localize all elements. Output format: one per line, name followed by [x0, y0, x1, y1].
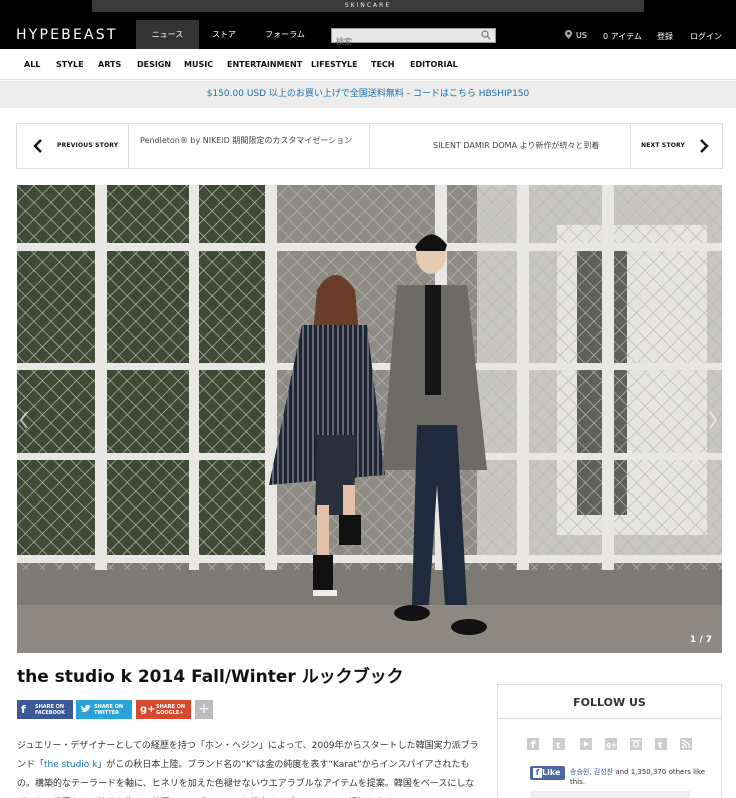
category-tech[interactable]: TECH [371, 60, 395, 69]
divider [630, 124, 631, 168]
login-link[interactable]: ログイン [690, 31, 722, 42]
svg-text:f: f [531, 740, 536, 750]
twitter-icon[interactable]: t [553, 738, 565, 750]
free-shipping-promo[interactable]: $150.00 USD 以上のお買い上げで全国送料無料 - コードはこちら HB… [0, 81, 736, 108]
ad-banner[interactable]: SKINCARE [92, 0, 644, 12]
svg-text:t: t [658, 741, 663, 750]
category-design[interactable]: DESIGN [137, 60, 171, 69]
region-selector[interactable]: US [576, 31, 587, 40]
article-title: the studio k 2014 Fall/Winter ルックブック [17, 667, 404, 687]
category-lifestyle[interactable]: LIFESTYLE [311, 60, 358, 69]
share-google-label: SHARE ON GOOGLE+ [156, 704, 186, 716]
facebook-icon[interactable]: f [527, 738, 539, 750]
chevron-left-icon[interactable] [33, 139, 43, 153]
divider [128, 124, 129, 168]
search-icon[interactable] [481, 30, 491, 40]
cart-link[interactable]: 0 アイテム [603, 31, 642, 42]
youtube-icon[interactable] [580, 738, 592, 750]
svg-text:t: t [556, 741, 561, 750]
lookbook-photo[interactable]: 1 / 7 [17, 185, 722, 653]
category-arts[interactable]: ARTS [98, 60, 121, 69]
tab-news[interactable]: ニュース [136, 20, 199, 49]
register-link[interactable]: 登録 [657, 31, 673, 42]
google-plus-icon[interactable]: g+ [605, 738, 617, 750]
gallery-counter: 1 / 7 [689, 635, 712, 645]
divider [498, 718, 721, 719]
facebook-like-button[interactable]: f Like [530, 766, 565, 780]
search-input[interactable] [332, 35, 477, 48]
brand-link[interactable]: the studio k [44, 760, 97, 770]
share-google-button[interactable]: g+ SHARE ON GOOGLE+ [136, 700, 191, 719]
svg-text:g+: g+ [606, 741, 617, 749]
like-label: Like [542, 768, 561, 777]
tumblr-icon[interactable]: t [655, 738, 667, 750]
share-facebook-button[interactable]: f SHARE ON FACEBOOK [17, 700, 73, 719]
like-count-text: 송승원, 김성찬 and 1,350,370 others like this. [570, 767, 710, 787]
share-twitter-label: SHARE ON TWITTER [94, 704, 124, 716]
liker-faces-scroller[interactable] [530, 791, 690, 798]
more-share-button[interactable]: + [195, 700, 213, 719]
google-plus-icon: g+ [140, 704, 156, 715]
divider [369, 124, 370, 168]
search-box [331, 28, 496, 48]
category-music[interactable]: MUSIC [184, 60, 213, 69]
instagram-icon[interactable] [630, 738, 642, 750]
previous-story-label[interactable]: PREVIOUS STORY [57, 142, 118, 149]
rss-icon[interactable] [680, 738, 692, 750]
liker-names[interactable]: 송승원, 김성찬 [570, 768, 613, 776]
top-ad-strip: SKINCARE [0, 0, 736, 12]
facebook-icon: f [21, 703, 26, 716]
twitter-icon [80, 704, 91, 712]
facebook-icon: f [533, 768, 542, 778]
next-story-title[interactable]: SILENT DAMIR DOMA より新作が続々と到着 [433, 141, 633, 151]
category-all[interactable]: ALL [24, 60, 40, 69]
previous-story-title[interactable]: Pendleton® by NIKEiD 期間限定のカスタマイゼーション [140, 136, 360, 146]
category-editorial[interactable]: EDITORIAL [410, 60, 458, 69]
story-navigation: PREVIOUS STORY Pendleton® by NIKEiD 期間限定… [16, 123, 723, 169]
site-header: HYPEBEAST ニュース ストア フォーラム US 0 アイテム 登録 ログ… [0, 12, 736, 49]
location-pin-icon [565, 30, 572, 39]
tab-forum[interactable]: フォーラム [252, 20, 318, 49]
category-entertainment[interactable]: ENTERTAINMENT [227, 60, 302, 69]
follow-us-widget: FOLLOW US f t g+ t f Like 송승원, 김성찬 and 1… [497, 684, 722, 798]
category-style[interactable]: STYLE [56, 60, 84, 69]
follow-us-title: FOLLOW US [573, 696, 646, 709]
hypebeast-logo[interactable]: HYPEBEAST [16, 27, 118, 43]
share-twitter-button[interactable]: SHARE ON TWITTER [76, 700, 132, 719]
share-facebook-label: SHARE ON FACEBOOK [35, 704, 65, 716]
gallery-prev-arrow-icon[interactable] [17, 409, 31, 431]
tab-store[interactable]: ストア [199, 20, 249, 49]
lookbook-photo-illustration [17, 185, 722, 653]
next-story-label[interactable]: NEXT STORY [641, 142, 685, 149]
chevron-right-icon[interactable] [699, 139, 709, 153]
article-body: ジュエリー・デザイナーとしての経歴を持つ「ホン・ヘジン」によって、2009年から… [17, 737, 483, 798]
gallery-next-arrow-icon[interactable] [706, 409, 720, 431]
category-nav: ALL STYLE ARTS DESIGN MUSIC ENTERTAINMEN… [0, 49, 736, 80]
